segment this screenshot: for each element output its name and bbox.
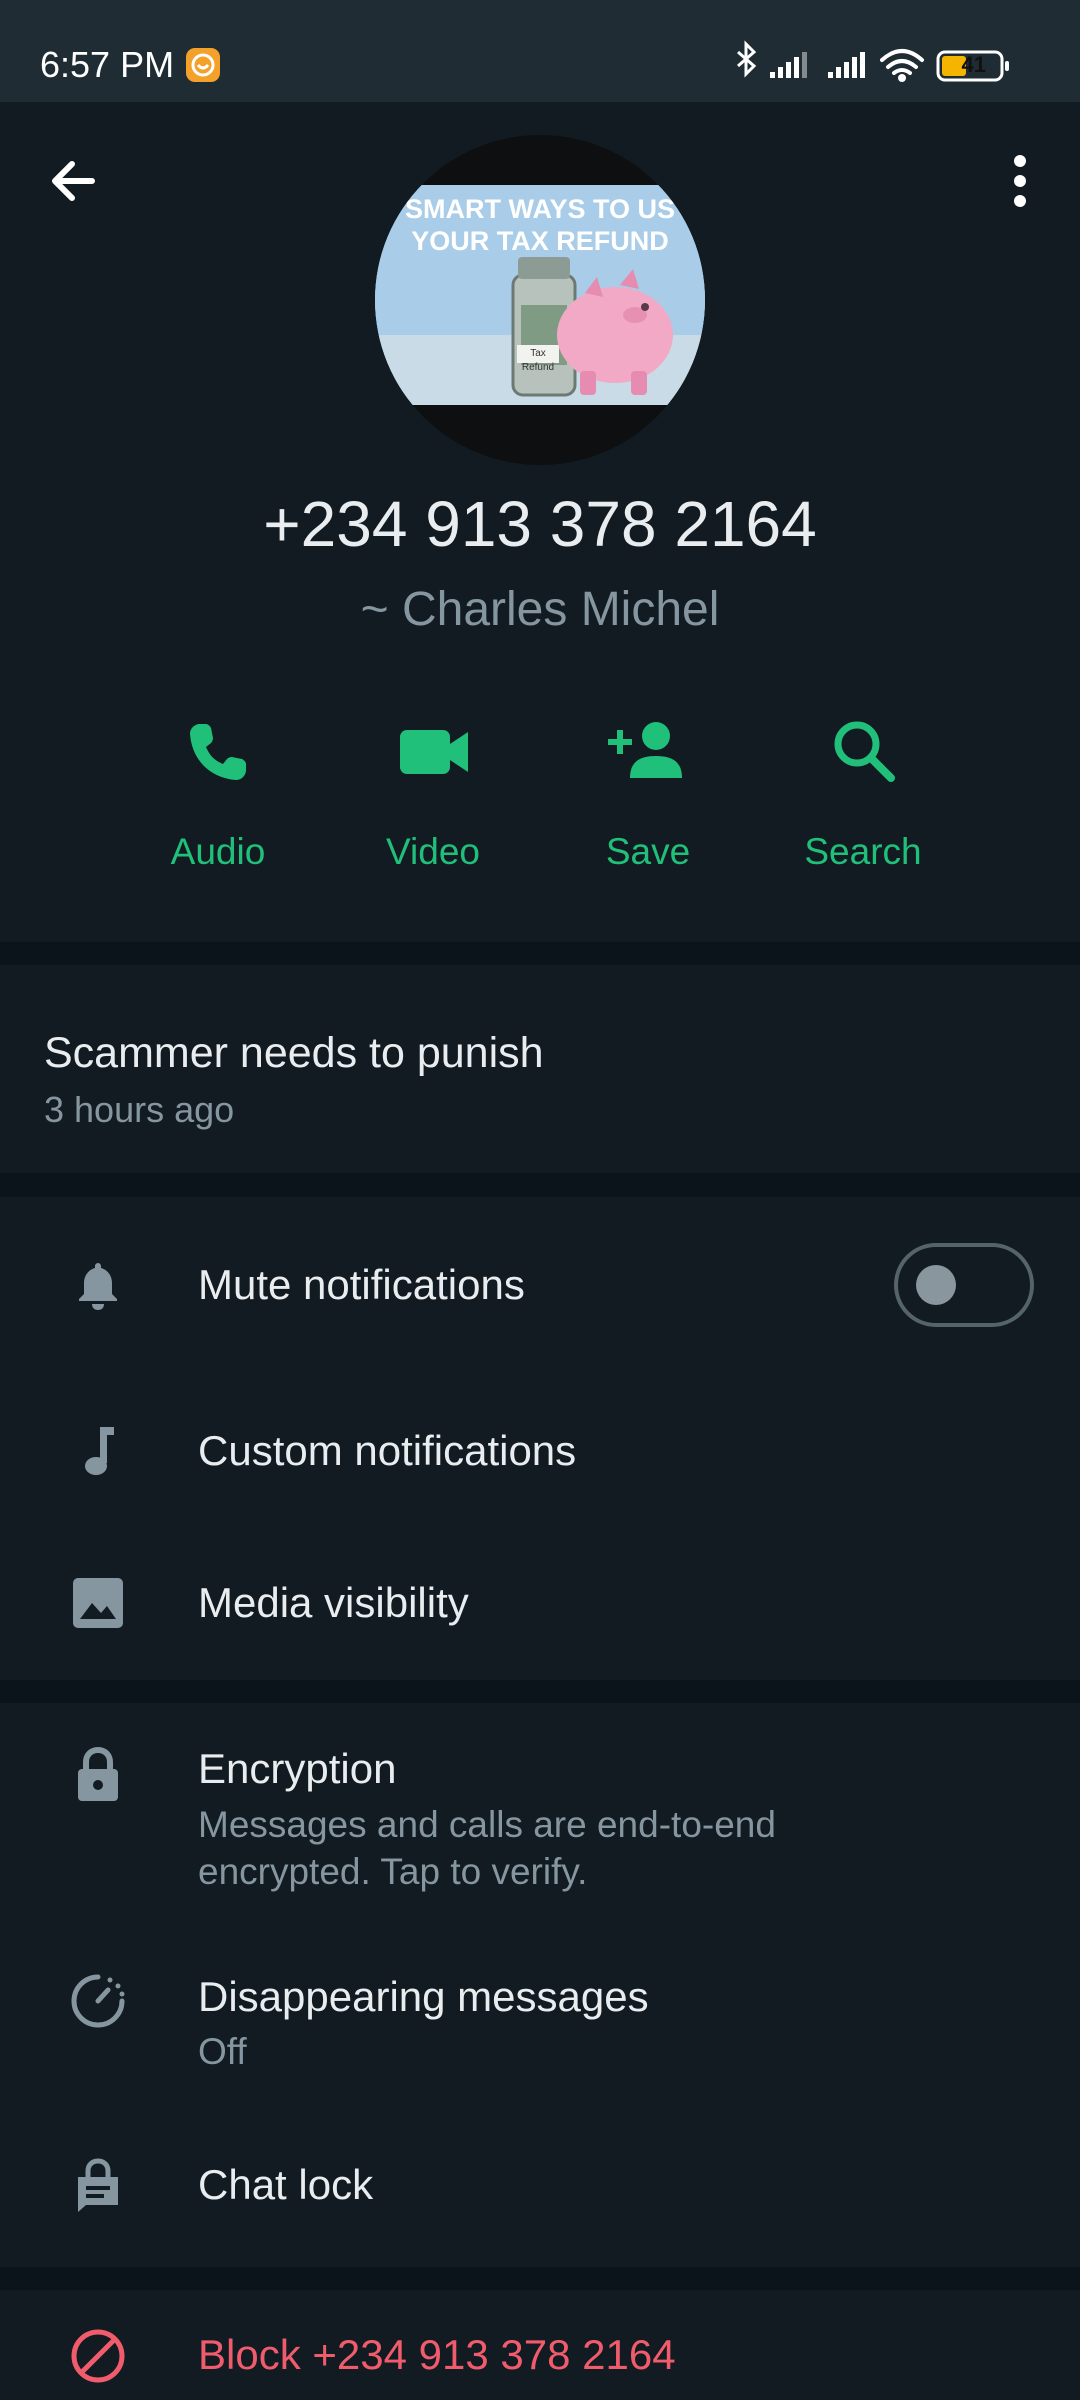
- block-icon: [71, 2329, 125, 2383]
- mute-notifications-toggle[interactable]: [894, 1243, 1034, 1327]
- video-icon: [400, 730, 468, 774]
- signal-icon: [770, 52, 807, 78]
- disappearing-messages-title: Disappearing messages: [198, 1973, 649, 2020]
- media-visibility-title: Media visibility: [198, 1579, 469, 1626]
- wifi-icon: [880, 49, 924, 82]
- block-contact-label: Block +234 913 378 2164: [198, 2331, 676, 2378]
- timer-icon: [71, 1974, 125, 2028]
- about-text: Scammer needs to punish: [44, 1029, 544, 1077]
- media-visibility-row[interactable]: Media visibility: [0, 1529, 1080, 1680]
- contact-name: ~ Charles Michel: [360, 583, 720, 636]
- video-call-button[interactable]: Video: [333, 702, 533, 892]
- back-arrow-icon: [52, 161, 95, 201]
- avatar-caption-line2: YOUR TAX REFUND: [411, 226, 669, 256]
- more-vert-icon: [1014, 155, 1026, 207]
- search-icon: [834, 721, 895, 782]
- signal-icon: [828, 52, 865, 78]
- add-person-icon: [608, 722, 682, 778]
- encryption-subtitle-line2: encrypted. Tap to verify.: [198, 1851, 588, 1892]
- encryption-subtitle-line1: Messages and calls are end-to-end: [198, 1804, 776, 1845]
- avatar-image: SMART WAYS TO US YOUR TAX REFUND Tax Ref…: [375, 185, 705, 405]
- custom-notifications-title: Custom notifications: [198, 1427, 577, 1474]
- phone-icon: [190, 724, 246, 780]
- encryption-row[interactable]: Encryption Messages and calls are end-to…: [0, 1703, 1080, 1923]
- block-section: Block +234 913 378 2164: [0, 2290, 1080, 2400]
- chat-lock-row[interactable]: Chat lock: [0, 2113, 1080, 2267]
- notification-settings-section: Mute notifications Custom notifications …: [0, 1197, 1080, 1680]
- profile-avatar[interactable]: SMART WAYS TO US YOUR TAX REFUND Tax Ref…: [375, 135, 705, 465]
- contact-phone: +234 913 378 2164: [263, 488, 817, 560]
- search-label: Search: [804, 831, 922, 872]
- mute-notifications-title: Mute notifications: [198, 1261, 525, 1308]
- music-note-icon: [85, 1427, 114, 1475]
- search-button[interactable]: Search: [763, 702, 963, 892]
- image-icon: [73, 1578, 123, 1628]
- disappearing-messages-row[interactable]: Disappearing messages Off: [0, 1923, 1080, 2113]
- about-time: 3 hours ago: [44, 1089, 235, 1130]
- status-time: 6:57 PM: [40, 44, 175, 85]
- lock-icon: [78, 1746, 118, 1801]
- encryption-title: Encryption: [198, 1745, 397, 1792]
- disappearing-messages-value: Off: [198, 2031, 247, 2072]
- avatar-jar-label: Tax Refund: [521, 348, 555, 373]
- privacy-section: Encryption Messages and calls are end-to…: [0, 1703, 1080, 2267]
- status-bar: 6:57 PM 41: [0, 0, 1080, 102]
- audio-call-button[interactable]: Audio: [118, 702, 318, 892]
- save-contact-button[interactable]: Save: [548, 702, 748, 892]
- about-section[interactable]: Scammer needs to punish 3 hours ago: [0, 965, 1080, 1173]
- save-label: Save: [605, 831, 691, 872]
- mute-notifications-row[interactable]: Mute notifications: [0, 1197, 1080, 1373]
- app-notification-icon: [186, 48, 220, 82]
- custom-notifications-row[interactable]: Custom notifications: [0, 1373, 1080, 1529]
- bell-icon: [79, 1263, 117, 1310]
- more-options-button[interactable]: [990, 146, 1050, 216]
- status-icons: 41: [728, 40, 1038, 90]
- video-label: Video: [386, 831, 480, 872]
- chat-lock-icon: [78, 2158, 118, 2212]
- back-button[interactable]: [40, 146, 110, 216]
- block-contact-row[interactable]: Block +234 913 378 2164: [0, 2290, 1080, 2400]
- bluetooth-icon: [737, 40, 757, 78]
- profile-header: SMART WAYS TO US YOUR TAX REFUND Tax Ref…: [0, 102, 1080, 942]
- avatar-caption: SMART WAYS TO US YOUR TAX REFUND: [375, 193, 705, 257]
- chat-lock-title: Chat lock: [198, 2161, 374, 2208]
- toggle-knob: [916, 1265, 956, 1305]
- battery-level: 41: [961, 52, 986, 77]
- audio-label: Audio: [170, 831, 266, 872]
- avatar-caption-line1: SMART WAYS TO US: [404, 194, 676, 224]
